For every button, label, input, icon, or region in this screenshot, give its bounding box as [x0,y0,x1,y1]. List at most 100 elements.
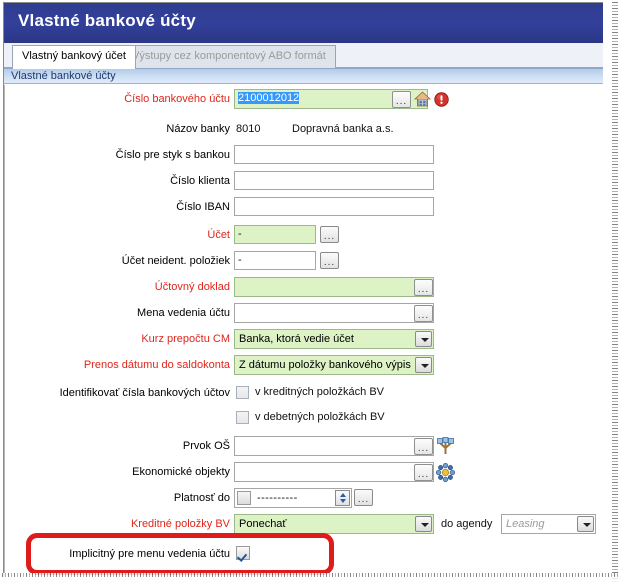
label-valid-until: Platnosť do [173,492,230,504]
group-header-label: Vlastné bankové účty [11,70,116,82]
checkbox-debit-items-bv-label: v debetných položkách BV [255,411,385,423]
object-cluster-icon[interactable] [435,462,456,485]
fx-rate-select[interactable]: Banka, ktorá vedie účet [234,329,434,349]
label-accounting-document: Účtovný doklad [154,281,230,293]
chevron-down-icon[interactable] [415,331,432,347]
accounting-document-browse-button[interactable]: ... [414,279,433,296]
label-bank-contact-number: Číslo pre styk s bankou [115,149,230,161]
home-icon[interactable] [413,91,432,111]
window-titlebar: Vlastné bankové účty [4,3,603,43]
date-transfer-value: Z dátumu položky bankového výpis [239,359,411,371]
account-browse-button[interactable]: ... [320,226,339,243]
row-bank-name: Názov banky 8010 Dopravná banka a.s. [4,119,603,141]
fx-rate-value: Banka, ktorá vedie účet [239,333,354,345]
tab-vlastny-bankovy-ucet[interactable]: Vlastný bankový účet [12,45,136,69]
bank-name-value: Dopravná banka a.s. [292,123,394,135]
row-fx-rate: Kurz prepočtu CM Banka, ktorá vedie účet [4,329,603,351]
accounting-document-input[interactable] [234,277,434,297]
label-iban-number: Číslo IBAN [176,201,230,213]
iban-number-input[interactable] [234,197,434,216]
label-account: Účet [207,229,230,241]
row-identify-accounts: Identifikovať čísla bankových účtov v kr… [4,383,603,405]
row-identify-accounts-debit: v debetných položkách BV [4,408,603,430]
row-credit-items: Kreditné položky BV Ponechať do agendy L… [4,514,603,536]
account-number-browse-button[interactable]: ... [392,91,411,108]
browse-dots: ... [357,494,370,505]
browse-dots: ... [417,310,430,321]
chevron-down-icon[interactable] [415,516,432,532]
browse-dots: ... [323,231,336,242]
valid-until-value: ---------- [257,492,298,504]
bank-code-value: 8010 [236,123,261,135]
label-bank-name: Názov banky [166,123,230,135]
browse-dots: ... [395,96,408,107]
label-unidentified-items-account: Účet neident. položiek [121,255,230,267]
tab-strip: Vlastný bankový účet Výstupy cez kompone… [4,43,603,69]
agenda-value: Leasing [506,518,545,530]
account-currency-input[interactable] [234,303,434,323]
credit-items-select[interactable]: Ponechať [234,514,434,534]
unidentified-items-account-value: - [238,254,242,266]
agenda-select[interactable]: Leasing [501,514,596,534]
credit-items-value: Ponechať [239,518,287,530]
torn-right-edge [604,0,618,583]
valid-until-datepicker[interactable]: ---------- [234,488,352,508]
economic-objects-browse-button[interactable]: ... [414,464,433,481]
valid-until-enable-checkbox[interactable] [237,491,251,505]
account-number-value: 2100012012 [238,92,300,104]
label-fx-rate: Kurz prepočtu CM [141,333,230,345]
row-account-number: Číslo bankového účtu 2100012012 ... [4,89,603,111]
page-title: Vlastné bankové účty [18,11,196,30]
row-org-element: Prvok OŠ ... [4,436,603,458]
label-do-agendy: do agendy [441,518,493,530]
browse-dots: ... [417,469,430,480]
label-account-currency: Mena vedenia účtu [137,307,230,319]
date-transfer-select[interactable]: Z dátumu položky bankového výpis [234,355,434,375]
unidentified-items-account-browse-button[interactable]: ... [320,252,339,269]
label-implicit-default: Implicitný pre menu vedenia účtu [69,548,230,560]
form-panel: Číslo bankového účtu 2100012012 ... Názo… [4,85,603,577]
org-element-browse-button[interactable]: ... [414,438,433,455]
client-number-input[interactable] [234,171,434,190]
account-input[interactable]: - [234,225,316,244]
error-icon[interactable] [434,92,449,110]
application-window: Vlastné bankové účty Vlastný bankový úče… [3,2,603,577]
checkbox-credit-items-bv-label: v kreditných položkách BV [255,386,385,398]
label-identify-accounts: Identifikovať čísla bankových účtov [59,387,230,399]
row-implicit-default: Implicitný pre menu vedenia účtu [4,544,603,566]
label-economic-objects: Ekonomické objekty [132,466,230,478]
unidentified-items-account-input[interactable]: - [234,251,316,270]
valid-until-spinner[interactable] [335,490,350,506]
label-account-number: Číslo bankového účtu [124,93,230,105]
row-unidentified-items-account: Účet neident. položiek - ... [4,251,603,273]
checkbox-credit-items-bv[interactable] [236,386,249,399]
chevron-down-icon[interactable] [415,357,432,373]
browse-dots: ... [417,284,430,295]
row-client-number: Číslo klienta [4,171,603,193]
row-valid-until: Platnosť do ---------- ... [4,488,603,510]
implicit-default-checkbox[interactable] [236,546,250,560]
row-account: Účet - ... [4,225,603,247]
chevron-down-icon[interactable] [577,516,594,532]
account-value: - [238,228,242,240]
group-header-band: Vlastné bankové účty [4,68,603,84]
row-date-transfer: Prenos dátumu do saldokonta Z dátumu pol… [4,355,603,377]
label-client-number: Číslo klienta [170,175,230,187]
row-economic-objects: Ekonomické objekty ... [4,462,603,484]
row-account-currency: Mena vedenia účtu ... [4,303,603,325]
row-iban-number: Číslo IBAN [4,197,603,219]
account-currency-browse-button[interactable]: ... [414,305,433,322]
org-element-input[interactable] [234,436,434,456]
label-org-element: Prvok OŠ [182,440,230,452]
economic-objects-input[interactable] [234,462,434,482]
checkbox-debit-items-bv[interactable] [236,411,249,424]
org-tree-icon[interactable] [436,437,455,459]
browse-dots: ... [323,257,336,268]
valid-until-browse-button[interactable]: ... [354,489,373,506]
tab-vystupy-abo-format[interactable]: Výstupy cez komponentový ABO formát [122,45,336,68]
row-bank-contact-number: Číslo pre styk s bankou [4,145,603,167]
row-accounting-document: Účtovný doklad ... [4,277,603,299]
browse-dots: ... [417,443,430,454]
label-credit-items: Kreditné položky BV [130,518,230,530]
bank-contact-number-input[interactable] [234,145,434,164]
